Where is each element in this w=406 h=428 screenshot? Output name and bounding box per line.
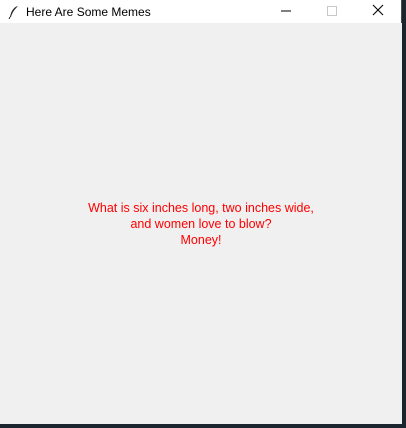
meme-text: What is six inches long, two inches wide… bbox=[0, 200, 402, 248]
close-button[interactable] bbox=[355, 0, 401, 23]
app-window: Here Are Some Memes What is six inches l… bbox=[0, 0, 402, 424]
maximize-button[interactable] bbox=[309, 0, 355, 23]
window-content: What is six inches long, two inches wide… bbox=[0, 23, 402, 424]
minimize-button[interactable] bbox=[263, 0, 309, 23]
window-title: Here Are Some Memes bbox=[26, 4, 151, 19]
maximize-icon bbox=[327, 3, 337, 21]
meme-line-2: and women love to blow? bbox=[130, 217, 272, 231]
minimize-icon bbox=[281, 3, 291, 21]
title-bar[interactable]: Here Are Some Memes bbox=[0, 0, 401, 23]
window-controls bbox=[263, 0, 401, 23]
meme-line-1: What is six inches long, two inches wide… bbox=[88, 201, 314, 215]
meme-line-3: Money! bbox=[180, 233, 222, 247]
feather-icon bbox=[6, 4, 22, 20]
close-icon bbox=[372, 3, 384, 21]
